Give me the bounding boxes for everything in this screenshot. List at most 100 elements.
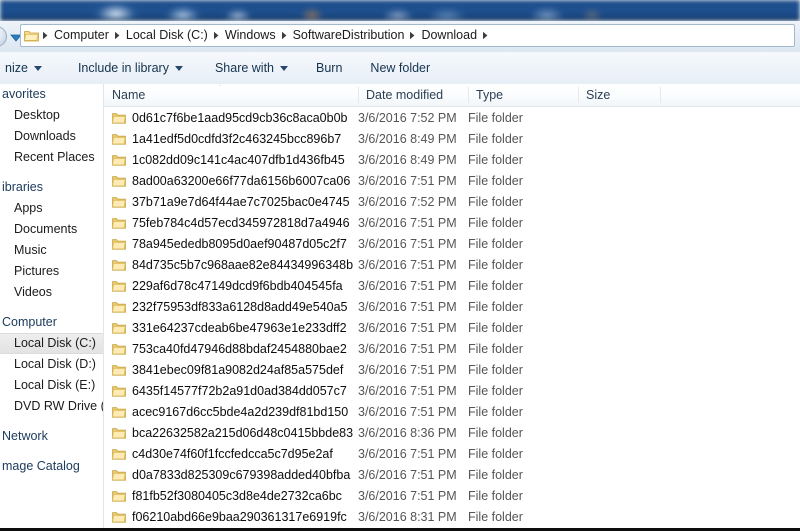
type-cell: File folder: [468, 383, 523, 398]
date-modified-cell: 3/6/2016 8:49 PM: [358, 131, 457, 146]
column-divider[interactable]: [660, 87, 661, 103]
column-header-type[interactable]: Type: [468, 84, 578, 106]
breadcrumb-bar[interactable]: Computer Local Disk (C:) Windows Softwar…: [20, 24, 795, 47]
file-name-cell[interactable]: d0a7833d825309c679398added40bfba: [112, 464, 350, 485]
file-name-cell[interactable]: 1a41edf5d0cdfd3f2c463245bcc896b7: [112, 128, 341, 149]
sidebar-group-network[interactable]: Network: [0, 426, 103, 447]
file-name-cell[interactable]: 0d61c7f6be1aad95cd9cb36c8aca0b0b: [112, 107, 347, 128]
table-row[interactable]: 229af6d78c47149dcd9f6bdb404545fa 3/6/2016…: [104, 275, 800, 296]
table-row[interactable]: f81fb52f3080405c3d8e4de2732ca6bc 3/6/2016…: [104, 485, 800, 506]
file-name-label: f06210abd66e9baa290361317e6919fc: [132, 509, 347, 524]
sidebar-group-image-catalog[interactable]: mage Catalog: [0, 456, 103, 477]
sidebar-item-pictures[interactable]: Pictures: [0, 261, 103, 282]
back-button[interactable]: [0, 26, 7, 47]
folder-icon: [112, 280, 126, 292]
size-cell: [578, 233, 676, 254]
organize-button[interactable]: nize: [0, 56, 51, 80]
sidebar-group-libraries[interactable]: ibraries: [0, 177, 103, 198]
table-row[interactable]: 232f75953df833a6128d8add49e540a5 3/6/2016…: [104, 296, 800, 317]
sidebar-item-local-disk-d[interactable]: Local Disk (D:): [0, 354, 103, 375]
table-row[interactable]: 84d735c5b7c968aae82e84434996348b 3/6/2016…: [104, 254, 800, 275]
share-with-button[interactable]: Share with: [206, 56, 297, 80]
column-header-name[interactable]: Name: [104, 84, 358, 106]
sidebar-item-videos[interactable]: Videos: [0, 282, 103, 303]
sidebar-item-downloads[interactable]: Downloads: [0, 126, 103, 147]
table-row[interactable]: 8ad00a63200e66f77da6156b6007ca06 3/6/2016…: [104, 170, 800, 191]
table-row[interactable]: 753ca40fd47946d88bdaf2454880bae2 3/6/2016…: [104, 338, 800, 359]
table-row[interactable]: 1c082dd09c141c4ac407dfb1d436fb45 3/6/2016…: [104, 149, 800, 170]
file-name-cell[interactable]: 78a945ededb8095d0aef90487d05c2f7: [112, 233, 347, 254]
breadcrumb-local-disk-c[interactable]: Local Disk (C:): [122, 26, 212, 45]
sidebar-item-local-disk-c[interactable]: Local Disk (C:): [0, 333, 103, 354]
breadcrumb-windows[interactable]: Windows: [221, 26, 280, 45]
file-name-cell[interactable]: 84d735c5b7c968aae82e84434996348b: [112, 254, 353, 275]
file-name-cell[interactable]: 229af6d78c47149dcd9f6bdb404545fa: [112, 275, 343, 296]
date-modified-cell: 3/6/2016 7:51 PM: [358, 404, 457, 419]
type-cell: File folder: [468, 215, 523, 230]
column-header-size[interactable]: Size: [578, 84, 676, 106]
folder-icon: [112, 133, 126, 145]
chevron-down-icon: [174, 65, 183, 71]
include-in-library-button[interactable]: Include in library: [69, 56, 192, 80]
date-modified-cell: 3/6/2016 8:36 PM: [358, 425, 457, 440]
table-row[interactable]: 331e64237cdeab6be47963e1e233dff2 3/6/2016…: [104, 317, 800, 338]
sidebar-group-computer[interactable]: Computer: [0, 312, 103, 333]
type-cell: File folder: [468, 152, 523, 167]
file-name-cell[interactable]: 331e64237cdeab6be47963e1e233dff2: [112, 317, 347, 338]
sidebar-item-dvd-rw-drive-f[interactable]: DVD RW Drive (F:) xx: [0, 396, 103, 417]
breadcrumb-download[interactable]: Download: [417, 26, 481, 45]
type-cell: File folder: [468, 425, 523, 440]
table-row[interactable]: c4d30e74f60f1fccfedcca5c7d95e2af 3/6/2016…: [104, 443, 800, 464]
date-modified-cell: 3/6/2016 7:51 PM: [358, 383, 457, 398]
column-header-date-modified[interactable]: Date modified: [358, 84, 468, 106]
table-row[interactable]: acec9167d6cc5bde4a2d239df81bd150 3/6/2016…: [104, 401, 800, 422]
table-row[interactable]: 0d61c7f6be1aad95cd9cb36c8aca0b0b 3/6/2016…: [104, 107, 800, 128]
breadcrumb-trailing-separator[interactable]: [481, 31, 490, 40]
file-name-cell[interactable]: 1c082dd09c141c4ac407dfb1d436fb45: [112, 149, 345, 170]
navigation-pane: avorites Desktop Downloads Recent Places…: [0, 84, 103, 531]
file-name-label: c4d30e74f60f1fccfedcca5c7d95e2af: [132, 446, 333, 461]
table-row[interactable]: 6435f14577f72b2a91d0ad384dd057c7 3/6/2016…: [104, 380, 800, 401]
type-cell: File folder: [468, 257, 523, 272]
table-row[interactable]: 75feb784c4d57ecd345972818d7a4946 3/6/2016…: [104, 212, 800, 233]
size-cell: [578, 443, 676, 464]
file-name-cell[interactable]: 75feb784c4d57ecd345972818d7a4946: [112, 212, 350, 233]
sidebar-item-apps[interactable]: Apps: [0, 198, 103, 219]
sidebar-item-recent-places[interactable]: Recent Places: [0, 147, 103, 168]
file-name-cell[interactable]: 8ad00a63200e66f77da6156b6007ca06: [112, 170, 350, 191]
table-row[interactable]: 3841ebec09f81a9082d24af85a575def 3/6/2016…: [104, 359, 800, 380]
sidebar-item-local-disk-e[interactable]: Local Disk (E:): [0, 375, 103, 396]
file-name-cell[interactable]: f81fb52f3080405c3d8e4de2732ca6bc: [112, 485, 342, 506]
table-row[interactable]: bca22632582a215d06d48c0415bbde83 3/6/2016…: [104, 422, 800, 443]
new-folder-button[interactable]: New folder: [361, 56, 439, 80]
table-row[interactable]: d0a7833d825309c679398added40bfba 3/6/2016…: [104, 464, 800, 485]
file-name-cell[interactable]: 753ca40fd47946d88bdaf2454880bae2: [112, 338, 347, 359]
table-row[interactable]: 78a945ededb8095d0aef90487d05c2f7 3/6/2016…: [104, 233, 800, 254]
file-name-cell[interactable]: 3841ebec09f81a9082d24af85a575def: [112, 359, 343, 380]
table-row[interactable]: 37b71a9e7d64f44ae7c7025bac0e4745 3/6/2016…: [104, 191, 800, 212]
breadcrumb-computer[interactable]: Computer: [50, 26, 113, 45]
sidebar-item-desktop[interactable]: Desktop: [0, 105, 103, 126]
breadcrumb-softwaredistribution[interactable]: SoftwareDistribution: [289, 26, 409, 45]
type-cell: File folder: [468, 404, 523, 419]
burn-button[interactable]: Burn: [307, 56, 351, 80]
type-cell: File folder: [468, 509, 523, 524]
file-name-cell[interactable]: f06210abd66e9baa290361317e6919fc: [112, 506, 347, 527]
column-header-row: Name Date modified Type Size: [104, 84, 800, 107]
sidebar-group-favorites[interactable]: avorites: [0, 84, 103, 105]
file-name-label: 0d61c7f6be1aad95cd9cb36c8aca0b0b: [132, 110, 348, 125]
file-name-cell[interactable]: c4d30e74f60f1fccfedcca5c7d95e2af: [112, 443, 333, 464]
sidebar-item-documents[interactable]: Documents: [0, 219, 103, 240]
table-row[interactable]: 1a41edf5d0cdfd3f2c463245bcc896b7 3/6/2016…: [104, 128, 800, 149]
file-name-cell[interactable]: 6435f14577f72b2a91d0ad384dd057c7: [112, 380, 347, 401]
table-row[interactable]: f06210abd66e9baa290361317e6919fc 3/6/2016…: [104, 506, 800, 527]
folder-icon: [112, 322, 126, 334]
folder-icon: [112, 490, 126, 502]
file-name-cell[interactable]: bca22632582a215d06d48c0415bbde83: [112, 422, 353, 443]
file-name-cell[interactable]: acec9167d6cc5bde4a2d239df81bd150: [112, 401, 348, 422]
file-name-cell[interactable]: 232f75953df833a6128d8add49e540a5: [112, 296, 348, 317]
sidebar-item-music[interactable]: Music: [0, 240, 103, 261]
file-name-cell[interactable]: 37b71a9e7d64f44ae7c7025bac0e4745: [112, 191, 350, 212]
organize-label: nize: [5, 61, 28, 75]
type-cell: File folder: [468, 299, 523, 314]
